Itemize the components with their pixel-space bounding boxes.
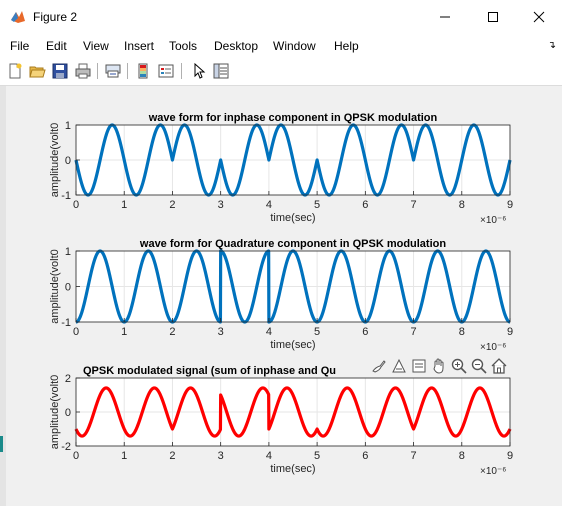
y-tick-label: 0 [65, 407, 71, 419]
x-tick-label: 9 [507, 450, 513, 462]
x-tick-label: 6 [362, 199, 368, 211]
y-tick-label: 0 [65, 155, 71, 167]
y-tick-label: -2 [61, 441, 71, 453]
x-tick-label: 2 [169, 450, 175, 462]
close-button[interactable] [516, 0, 562, 34]
print-icon[interactable] [74, 62, 92, 80]
pointer-icon[interactable] [190, 62, 208, 80]
x-tick-label: 0 [73, 326, 79, 338]
y-tick-label: 2 [65, 373, 71, 385]
figure-toolbar [0, 58, 562, 86]
y-axis-label: amplitude(volt0 [49, 375, 61, 450]
x-exponent-label: ×10⁻⁶ [480, 215, 506, 226]
x-axis-label: time(sec) [270, 339, 315, 351]
x-axis-label: time(sec) [270, 463, 315, 475]
dock-arrow-icon[interactable]: ↴ [548, 40, 556, 51]
x-tick-label: 3 [218, 199, 224, 211]
y-tick-label: -1 [61, 190, 71, 202]
x-tick-label: 4 [266, 450, 272, 462]
x-tick-label: 9 [507, 199, 513, 211]
x-exponent-label: ×10⁻⁶ [480, 466, 506, 477]
chart-title: QPSK modulated signal (sum of inphase an… [83, 365, 336, 377]
x-tick-label: 8 [459, 450, 465, 462]
close-icon [533, 11, 545, 23]
maximize-icon [488, 12, 498, 22]
x-tick-label: 5 [314, 326, 320, 338]
x-tick-label: 4 [266, 326, 272, 338]
save-icon[interactable] [51, 62, 69, 80]
figure-canvas[interactable]: 0 1 2 3 4 5 6 7 8 9-101×10⁻⁶time(sec)amplitude(vo… [6, 86, 559, 506]
menu-file[interactable]: File [10, 39, 29, 53]
menu-window[interactable]: Window [273, 39, 316, 53]
y-axis-label: amplitude(volt0 [49, 123, 61, 198]
data-tips-icon[interactable] [390, 357, 408, 375]
menu-desktop[interactable]: Desktop [214, 39, 258, 53]
brush-icon[interactable] [370, 357, 388, 375]
menu-help[interactable]: Help [334, 39, 359, 53]
x-axis-label: time(sec) [270, 212, 315, 224]
x-tick-label: 5 [314, 199, 320, 211]
menu-bar: File Edit View Insert Tools Desktop Wind… [0, 34, 562, 58]
window-title: Figure 2 [33, 10, 78, 24]
minimize-icon [440, 16, 450, 18]
zoom-in-icon[interactable] [450, 357, 468, 375]
property-inspector-icon[interactable] [212, 62, 230, 80]
x-tick-label: 4 [266, 199, 272, 211]
minimize-button[interactable] [422, 0, 468, 34]
menu-tools[interactable]: Tools [169, 39, 197, 53]
x-tick-label: 0 [73, 199, 79, 211]
title-bar[interactable]: Figure 2 [0, 0, 562, 34]
x-tick-label: 1 [121, 326, 127, 338]
y-tick-label: 0 [65, 282, 71, 294]
matlab-icon [11, 11, 25, 23]
legend-icon[interactable] [157, 62, 175, 80]
chart-title: wave form for inphase component in QPSK … [148, 112, 438, 124]
zoom-out-icon[interactable] [470, 357, 488, 375]
colorbar-icon[interactable] [134, 62, 152, 80]
x-tick-label: 1 [121, 199, 127, 211]
menu-view[interactable]: View [83, 39, 109, 53]
x-tick-label: 8 [459, 199, 465, 211]
figure-window: Figure 2 File Edit View Insert Tools Des… [0, 0, 562, 506]
maximize-button[interactable] [470, 0, 516, 34]
new-figure-icon[interactable] [6, 62, 24, 80]
x-tick-label: 6 [362, 450, 368, 462]
menu-edit[interactable]: Edit [46, 39, 67, 53]
x-tick-label: 3 [218, 450, 224, 462]
home-icon[interactable] [490, 357, 508, 375]
axes-toolbar [370, 357, 508, 375]
x-tick-label: 5 [314, 450, 320, 462]
x-tick-label: 0 [73, 450, 79, 462]
x-tick-label: 8 [459, 326, 465, 338]
toolbar-separator [181, 63, 182, 79]
pan-icon[interactable] [430, 357, 448, 375]
y-tick-label: 1 [65, 246, 71, 258]
export-icon[interactable] [410, 357, 428, 375]
x-tick-label: 9 [507, 326, 513, 338]
chart-title: wave form for Quadrature component in QP… [139, 238, 446, 250]
link-icon[interactable] [104, 62, 122, 80]
x-tick-label: 6 [362, 326, 368, 338]
toolbar-separator [97, 63, 98, 79]
open-file-icon[interactable] [28, 62, 46, 80]
x-tick-label: 1 [121, 450, 127, 462]
menu-insert[interactable]: Insert [124, 39, 154, 53]
x-exponent-label: ×10⁻⁶ [480, 342, 506, 353]
y-axis-label: amplitude(volt0 [49, 249, 61, 324]
x-tick-label: 7 [410, 199, 416, 211]
toolbar-separator [127, 63, 128, 79]
y-tick-label: 1 [65, 120, 71, 132]
left-edge-marker [0, 436, 3, 452]
y-tick-label: -1 [61, 317, 71, 329]
x-tick-label: 7 [410, 450, 416, 462]
x-tick-label: 7 [410, 326, 416, 338]
x-tick-label: 2 [169, 326, 175, 338]
x-tick-label: 3 [218, 326, 224, 338]
x-tick-label: 2 [169, 199, 175, 211]
